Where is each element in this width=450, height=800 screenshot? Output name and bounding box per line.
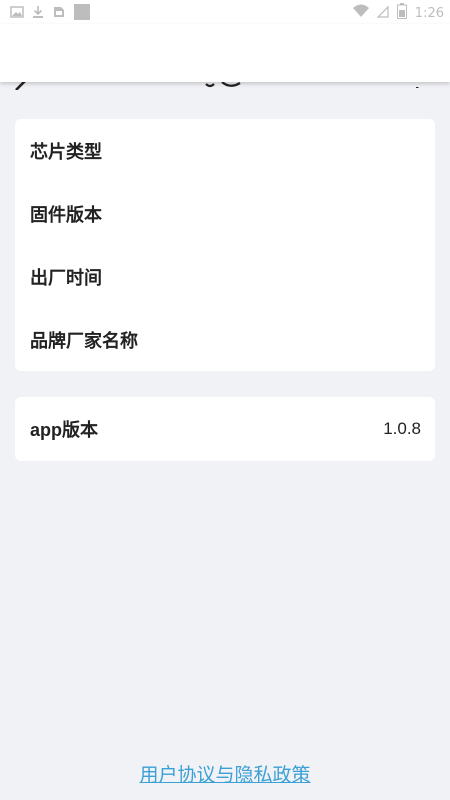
app-version-row[interactable]: app版本 1.0.8 bbox=[15, 397, 435, 461]
status-bar: 1:26 bbox=[0, 0, 450, 24]
brand-name-label: 品牌厂家名称 bbox=[30, 330, 138, 351]
firmware-version-label: 固件版本 bbox=[30, 204, 102, 225]
battery-icon bbox=[396, 3, 407, 23]
status-time: 1:26 bbox=[414, 5, 444, 21]
app-info-card: app版本 1.0.8 bbox=[15, 397, 435, 461]
brand-name-row[interactable]: 品牌厂家名称 bbox=[15, 308, 435, 371]
status-bar-left bbox=[10, 4, 90, 24]
no-sim-icon bbox=[376, 4, 389, 22]
factory-time-label: 出厂时间 bbox=[30, 267, 102, 288]
app-version-label: app版本 bbox=[30, 420, 99, 440]
top-overlay bbox=[0, 24, 450, 82]
chip-type-label: 芯片类型 bbox=[30, 141, 102, 162]
privacy-policy-link[interactable]: 用户协议与隐私政策 bbox=[0, 760, 450, 787]
app-version-value: 1.0.8 bbox=[383, 419, 421, 438]
chip-type-row[interactable]: 芯片类型 bbox=[15, 119, 435, 182]
gallery-icon bbox=[10, 5, 24, 23]
sim-icon bbox=[52, 5, 66, 23]
device-info-card: 芯片类型 固件版本 出厂时间 品牌厂家名称 bbox=[15, 119, 435, 371]
notification-square-icon bbox=[74, 4, 90, 24]
download-icon bbox=[32, 5, 44, 23]
status-bar-right: 1:26 bbox=[352, 3, 444, 23]
factory-time-row[interactable]: 出厂时间 bbox=[15, 245, 435, 308]
firmware-version-row[interactable]: 固件版本 bbox=[15, 182, 435, 245]
wifi-icon bbox=[352, 4, 369, 22]
